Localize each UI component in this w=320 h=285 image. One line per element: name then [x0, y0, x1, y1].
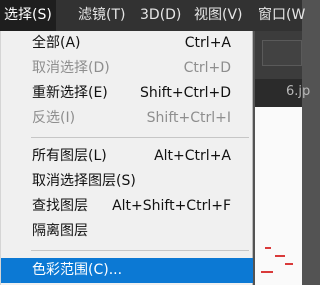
menu-item-shortcut: Shift+Ctrl+D [140, 85, 231, 101]
options-field [262, 40, 302, 66]
menu-item-label: 取消选择图层(S) [32, 173, 136, 189]
menu-item-label: 色彩范围(C)... [32, 262, 123, 278]
menu-separator [31, 137, 249, 138]
document-tab[interactable]: 6.jp [286, 84, 310, 99]
select-menu-dropdown: 全部(A) Ctrl+A 取消选择(D) Ctrl+D 重新选择(E) Shif… [0, 31, 253, 285]
canvas-mark [261, 271, 273, 273]
menu-item-isolate-layers[interactable]: 隔离图层 [1, 219, 253, 244]
menu-item-shortcut: Shift+Ctrl+I [146, 110, 231, 126]
menubar: 选择(S) 滤镜(T) 3D(D) 视图(V) 窗口(W [0, 0, 305, 31]
menu-item-reselect[interactable]: 重新选择(E) Shift+Ctrl+D [1, 81, 253, 106]
menu-item-inverse: 反选(I) Shift+Ctrl+I [1, 106, 253, 131]
menu-item-label: 查找图层 [32, 198, 88, 214]
menu-item-label: 所有图层(L) [32, 148, 107, 164]
menu-item-all-layers[interactable]: 所有图层(L) Alt+Ctrl+A [1, 144, 253, 169]
menu-separator [31, 250, 249, 251]
menu-item-label: 全部(A) [32, 35, 81, 51]
menu-item-label: 隔离图层 [32, 223, 88, 239]
menu-filter[interactable]: 滤镜(T) [78, 0, 125, 31]
menu-item-shortcut: Ctrl+A [184, 35, 231, 51]
menu-item-label: 反选(I) [32, 110, 76, 126]
menu-window[interactable]: 窗口(W [258, 0, 305, 31]
menu-select[interactable]: 选择(S) [0, 0, 56, 31]
menu-item-shortcut: Ctrl+D [183, 60, 231, 76]
menu-item-label: 取消选择(D) [32, 60, 110, 76]
menu-item-color-range[interactable]: 色彩范围(C)... [1, 258, 253, 283]
canvas-area [255, 107, 302, 285]
menu-3d[interactable]: 3D(D) [140, 0, 181, 31]
menu-item-all[interactable]: 全部(A) Ctrl+A [1, 31, 253, 56]
menu-item-shortcut: Alt+Ctrl+A [154, 148, 231, 164]
canvas-mark [285, 263, 293, 265]
canvas-mark [265, 247, 271, 249]
menu-item-deselect-layers[interactable]: 取消选择图层(S) [1, 169, 253, 194]
menu-view[interactable]: 视图(V) [194, 0, 243, 31]
canvas-mark [275, 255, 285, 257]
menu-item-deselect: 取消选择(D) Ctrl+D [1, 56, 253, 81]
menu-item-label: 重新选择(E) [32, 85, 108, 101]
menu-item-find-layers[interactable]: 查找图层 Alt+Shift+Ctrl+F [1, 194, 253, 219]
menu-item-shortcut: Alt+Shift+Ctrl+F [112, 198, 231, 214]
